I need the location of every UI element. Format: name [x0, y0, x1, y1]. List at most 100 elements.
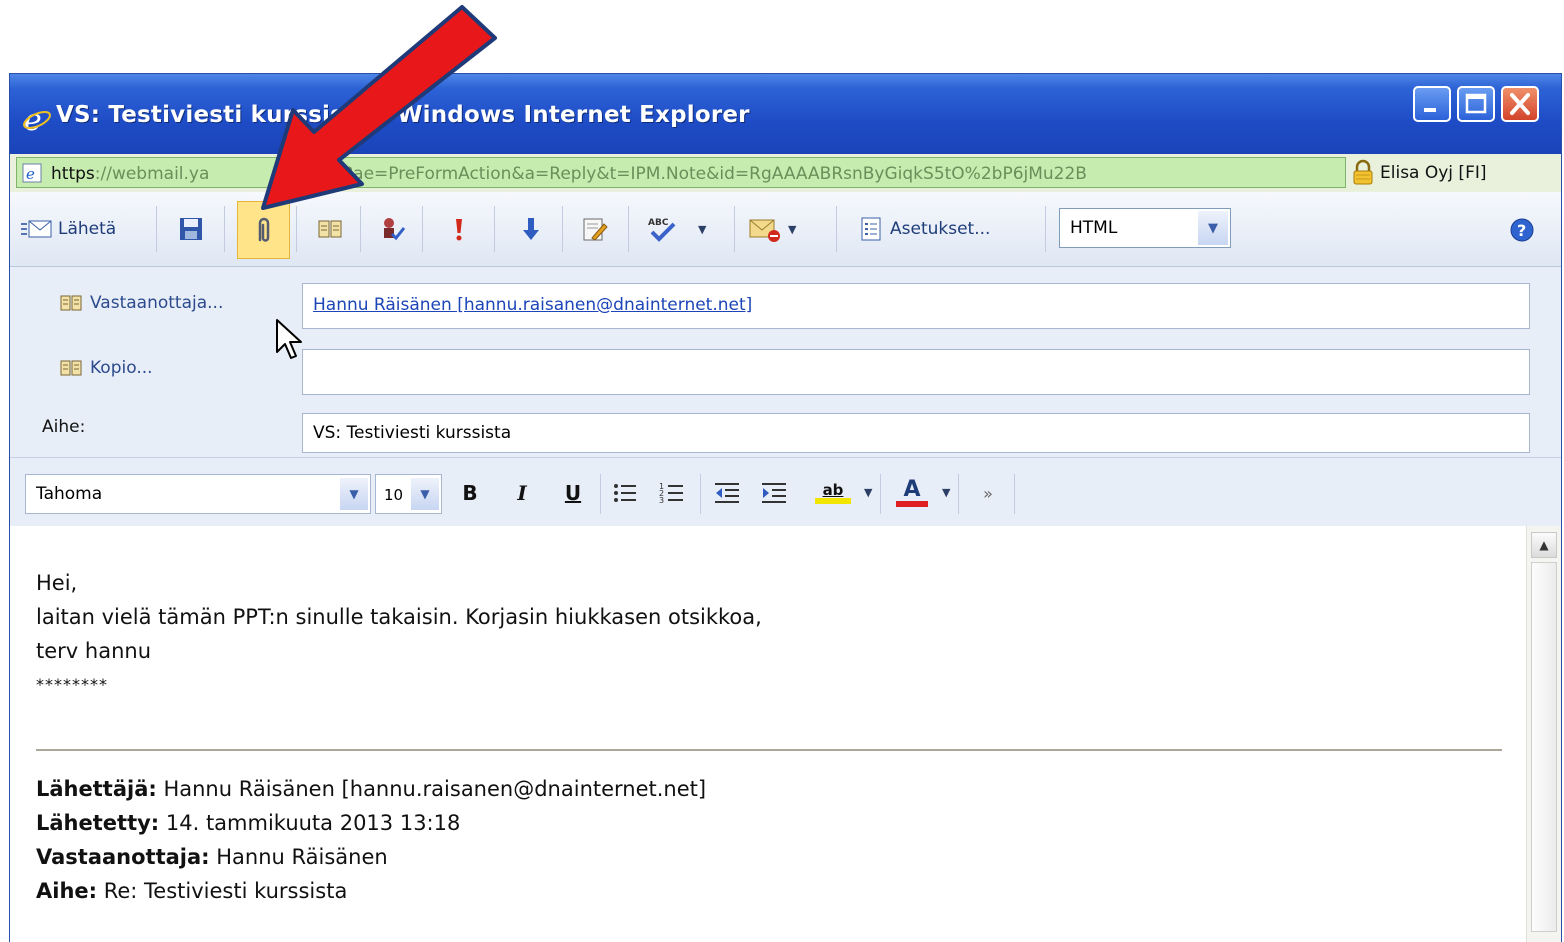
vertical-scrollbar[interactable]: ▲ [1526, 526, 1561, 942]
svg-text:ABC: ABC [648, 218, 669, 228]
font-size-select[interactable]: 10 ▼ [375, 474, 442, 514]
to-field[interactable]: Hannu Räisänen [hannu.raisanen@dnaintern… [302, 283, 1530, 329]
recipient-link[interactable]: Hannu Räisänen [hannu.raisanen@dnaintern… [313, 295, 752, 315]
highlight-text: ab [822, 481, 844, 499]
font-color-dropdown-icon[interactable]: ▼ [942, 486, 950, 499]
quoted-header: Lähettäjä: Hannu Räisänen [hannu.raisane… [36, 772, 706, 908]
font-select[interactable]: Tahoma ▼ [25, 474, 371, 514]
scroll-thumb[interactable] [1531, 562, 1557, 932]
message-header-fields: Vastaanottaja... Hannu Räisänen [hannu.r… [10, 267, 1561, 457]
maximize-button[interactable] [1457, 86, 1495, 122]
options-icon [861, 217, 881, 241]
url-field[interactable]: e https://webmail.ya a.fi/owa/?ae=PreForm… [16, 157, 1346, 188]
to-label: Vastaanottaja... [90, 293, 224, 313]
format-value: HTML [1070, 218, 1118, 238]
send-icon [21, 220, 52, 238]
quote-divider [36, 749, 1502, 751]
font-size-value: 10 [384, 486, 404, 504]
bullet-list-icon[interactable] [610, 478, 640, 508]
cc-label-button[interactable]: Kopio... [60, 358, 153, 378]
numbered-list-icon[interactable]: 123 [657, 478, 687, 508]
options-button[interactable]: Asetukset... [860, 212, 990, 246]
message-options-dropdown-icon[interactable]: ▼ [788, 223, 796, 236]
importance-low-icon [523, 218, 539, 240]
quoted-sent: Lähetetty: 14. tammikuuta 2013 13:18 [36, 811, 461, 835]
svg-text:e: e [26, 165, 35, 183]
quoted-to: Vastaanottaja: Hannu Räisänen [36, 845, 388, 869]
spellcheck-dropdown-icon[interactable]: ▼ [698, 223, 706, 236]
message-body[interactable]: Hei, laitan vielä tämän PPT:n sinulle ta… [10, 526, 1561, 942]
importance-low-button[interactable] [522, 212, 540, 246]
lock-icon[interactable] [1352, 159, 1374, 185]
chevron-down-icon[interactable]: ▼ [340, 478, 368, 510]
title-bar: e VS: Testiviesti kurssista - Windows In… [10, 74, 1561, 154]
more-options-icon[interactable]: » [973, 478, 1003, 508]
signature-icon [583, 218, 608, 241]
address-book-icon [60, 360, 82, 376]
url-path: /owa/?ae=PreFormAction&a=Reply&t=IPM.Not… [297, 164, 1087, 184]
chevron-down-icon[interactable]: ▼ [1198, 211, 1228, 245]
highlight-color-bar [815, 498, 851, 504]
save-button[interactable] [178, 212, 204, 246]
options-label: Asetukset... [890, 219, 991, 239]
highlight-dropdown-icon[interactable]: ▼ [864, 486, 872, 499]
url-scheme: https [51, 164, 95, 184]
spellcheck-button[interactable]: ABC ▼ [646, 212, 706, 246]
subject-value: VS: Testiviesti kurssista [313, 423, 512, 443]
font-value: Tahoma [36, 484, 103, 504]
importance-high-icon [456, 219, 462, 241]
message-options-icon [749, 219, 780, 242]
page-icon: e [22, 163, 42, 183]
quoted-subject: Aihe: Re: Testiviesti kurssista [36, 879, 348, 903]
address-book-button[interactable] [317, 212, 343, 246]
font-color-button[interactable]: A [892, 478, 932, 508]
ie-window: e VS: Testiviesti kurssista - Windows In… [9, 73, 1562, 942]
compose-toolbar: Lähetä ABC ▼ ▼ Asetukset... HTML ▼ ? [10, 192, 1561, 267]
close-button[interactable] [1501, 86, 1539, 122]
font-color-text: A [903, 477, 921, 502]
url-text: https://webmail.ya a.fi/owa/?ae=PreFormAc… [51, 164, 1087, 184]
url-host: a.fi [271, 164, 298, 184]
signature-button[interactable] [582, 212, 608, 246]
certificate-label[interactable]: Elisa Oyj [FI] [1380, 163, 1487, 183]
check-names-icon [384, 218, 406, 241]
format-select[interactable]: HTML ▼ [1059, 208, 1231, 248]
decrease-indent-icon[interactable] [712, 478, 742, 508]
body-line: Hei, [36, 571, 78, 595]
to-label-button[interactable]: Vastaanottaja... [60, 293, 223, 313]
italic-button[interactable]: I [507, 478, 537, 508]
mouse-cursor-icon [276, 319, 302, 359]
check-names-button[interactable] [380, 212, 406, 246]
scroll-up-icon[interactable]: ▲ [1531, 532, 1557, 558]
address-bar: e https://webmail.ya a.fi/owa/?ae=PreForm… [10, 154, 1561, 192]
address-book-icon [318, 220, 342, 238]
formatting-toolbar: Tahoma ▼ 10 ▼ B I U 123 ab ▼ A ▼ » [10, 457, 1561, 527]
svg-text:3: 3 [659, 496, 664, 505]
send-label: Lähetä [58, 219, 117, 239]
ie-logo-icon: e [23, 104, 51, 134]
window-title: VS: Testiviesti kurssista - Windows Inte… [56, 102, 750, 128]
spellcheck-icon: ABC [648, 218, 676, 242]
maximize-icon [1465, 93, 1487, 114]
cc-label: Kopio... [90, 358, 153, 378]
bold-button[interactable]: B [455, 478, 485, 508]
chevron-down-icon[interactable]: ▼ [411, 478, 439, 510]
save-icon [180, 218, 202, 240]
address-book-icon [60, 295, 82, 311]
svg-text:?: ? [1517, 221, 1526, 240]
send-button[interactable]: Lähetä [20, 212, 116, 246]
minimize-button[interactable] [1413, 86, 1451, 122]
attach-button[interactable] [237, 201, 290, 259]
cc-field[interactable] [302, 349, 1530, 395]
message-options-button[interactable]: ▼ [748, 212, 796, 246]
increase-indent-icon[interactable] [759, 478, 789, 508]
importance-high-button[interactable] [452, 212, 466, 246]
body-line: laitan vielä tämän PPT:n sinulle takaisi… [36, 605, 762, 629]
subject-field[interactable]: VS: Testiviesti kurssista [302, 413, 1530, 453]
help-icon[interactable]: ? [1510, 218, 1534, 242]
quoted-from: Lähettäjä: Hannu Räisänen [hannu.raisane… [36, 777, 707, 801]
body-text: Hei, laitan vielä tämän PPT:n sinulle ta… [36, 566, 762, 702]
underline-button[interactable]: U [558, 478, 588, 508]
highlight-button[interactable]: ab [813, 478, 853, 508]
attach-icon [258, 217, 270, 242]
